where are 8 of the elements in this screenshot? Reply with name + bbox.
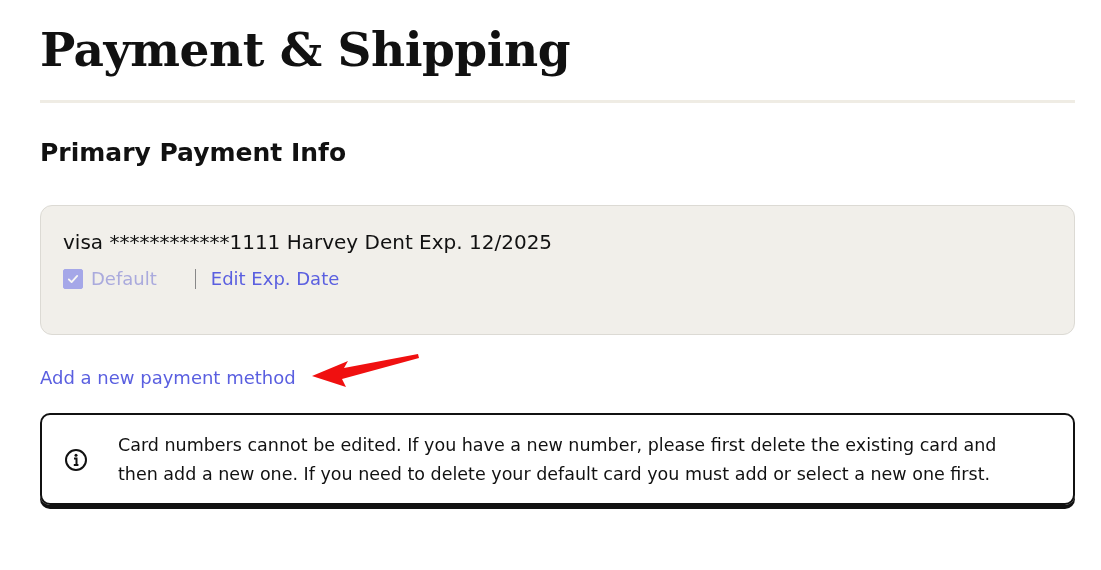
page-title: Payment & Shipping — [40, 21, 572, 79]
card-summary: visa ************1111 Harvey Dent Exp. 12/2025 — [63, 229, 554, 256]
info-icon — [64, 448, 88, 472]
edit-date-link[interactable]: Edit Exp. Date — [210, 268, 340, 289]
add-payment-link[interactable]: Add a new payment method — [40, 366, 296, 388]
section-title: Primary Payment Info — [40, 137, 348, 169]
notice-text: Card numbers cannot be edited. If you have a new number, please first delete the existing card and then add a new one. If you need to delete your default card you must add or select a new one first. — [118, 434, 998, 486]
default-label: Default — [91, 268, 157, 289]
